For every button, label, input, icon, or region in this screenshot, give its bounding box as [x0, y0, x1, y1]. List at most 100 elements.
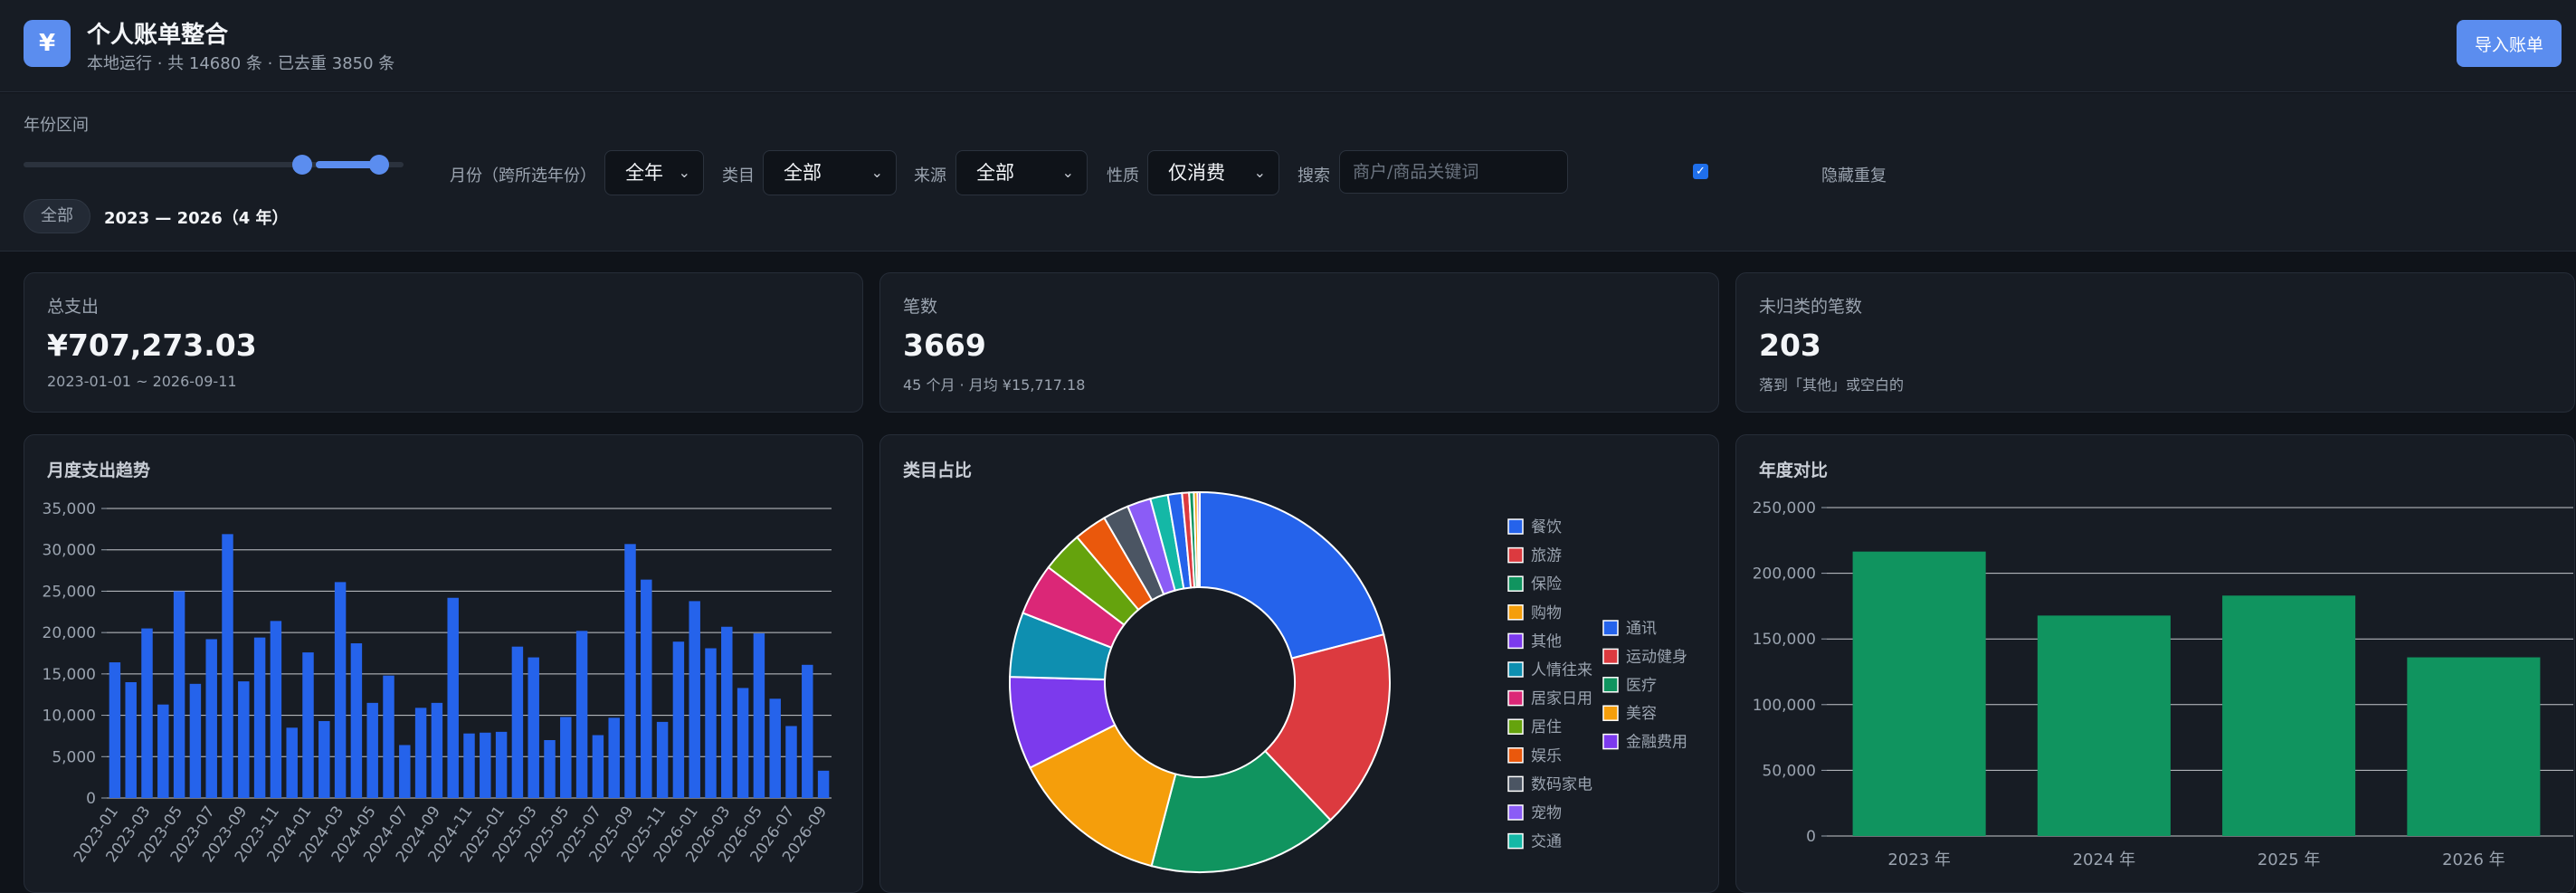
- monthly-trend-card: 月度支出趋势 0 5,000 10,000 15,000 20,000 25,000 30,…: [24, 434, 863, 893]
- year-range-label: 年份区间: [24, 116, 89, 135]
- bar: [318, 720, 330, 798]
- yearly-compare-chart: 0 50,000 100,000 150,000 200,000 250,000 2023 …: [1753, 499, 2573, 869]
- legend-label: 通讯: [1626, 620, 1657, 638]
- bar: [528, 657, 539, 798]
- bar: [302, 652, 314, 798]
- y-tick-label: 100,000: [1753, 697, 1816, 715]
- y-tick-label: 200,000: [1753, 565, 1816, 584]
- y-tick-label: 20,000: [43, 624, 96, 642]
- chevron-down-icon: ⌄: [1061, 164, 1074, 181]
- legend-label: 其他: [1531, 632, 1562, 651]
- category-select-value: 全部: [784, 162, 822, 184]
- legend-swatch: [1507, 546, 1524, 564]
- bar: [125, 682, 137, 798]
- category-select[interactable]: 全部 ⌄: [763, 150, 897, 195]
- legend-label: 餐饮: [1531, 518, 1562, 537]
- legend-swatch: [1602, 648, 1619, 665]
- bar: [769, 698, 781, 798]
- bar: [109, 662, 121, 798]
- stat-note: 2023-01-01 ~ 2026-09-11: [47, 373, 237, 390]
- chevron-down-icon: ⌄: [1253, 164, 1266, 181]
- legend-label: 宠物: [1531, 804, 1562, 822]
- bar: [608, 717, 620, 798]
- bar: [705, 648, 717, 798]
- category-share-card: 类目占比 餐饮 旅游 保险 购物 其他 人情往来 居家日用 居住 娱乐 数码家电 宠物 交通 通讯 运动健…: [879, 434, 1719, 893]
- legend-swatch: [1507, 747, 1524, 764]
- filter-bar: [0, 93, 2576, 252]
- app-title: 个人账单整合: [87, 22, 229, 49]
- legend-label: 数码家电: [1531, 775, 1592, 793]
- y-tick-label: 0: [1806, 828, 1816, 846]
- y-tick-label: 25,000: [43, 583, 96, 601]
- stat-note: 落到「其他」或空白的: [1759, 376, 1905, 394]
- year-range-end-handle[interactable]: [369, 155, 389, 175]
- bar: [480, 732, 491, 798]
- bar: [2407, 657, 2541, 836]
- legend-label: 金融费用: [1626, 734, 1687, 752]
- import-bills-button[interactable]: 导入账单: [2457, 20, 2562, 67]
- stat-card-uncategorized: 未归类的笔数 203 落到「其他」或空白的: [1735, 272, 2575, 413]
- bar: [1852, 551, 1986, 836]
- stat-label: 笔数: [903, 297, 938, 317]
- bar: [2037, 615, 2171, 836]
- y-tick-label: 15,000: [43, 666, 96, 684]
- stat-card-total: 总支出 ¥707,273.03 2023-01-01 ~ 2026-09-11: [24, 272, 863, 413]
- yen-logo-icon: ¥: [24, 20, 71, 67]
- legend-swatch: [1507, 575, 1524, 592]
- stat-card-count: 笔数 3669 45 个月 · 月均 ¥15,717.18: [879, 272, 1719, 413]
- y-tick-label: 10,000: [43, 708, 96, 726]
- bar: [544, 740, 556, 798]
- x-tick-label: 2025 年: [2258, 850, 2321, 869]
- bar: [286, 727, 298, 798]
- source-label: 来源: [914, 166, 946, 185]
- pie-slice: [1196, 490, 1201, 589]
- month-select-value: 全年: [625, 162, 663, 184]
- legend-label: 运动健身: [1626, 648, 1687, 666]
- app-header: ¥ 个人账单整合 本地运行 · 共 14680 条 · 已去重 3850 条 导…: [0, 0, 2576, 92]
- bar: [157, 704, 169, 798]
- stat-value: 3669: [903, 328, 986, 363]
- y-tick-label: 150,000: [1753, 631, 1816, 649]
- bar: [641, 579, 652, 798]
- bar: [205, 639, 217, 798]
- bar: [817, 770, 830, 798]
- legend-label: 旅游: [1531, 547, 1562, 565]
- month-select[interactable]: 全年 ⌄: [604, 150, 704, 195]
- legend-swatch: [1602, 677, 1619, 693]
- legend-label: 交通: [1531, 833, 1562, 851]
- bar: [399, 745, 411, 798]
- monthly-trend-chart: 0 5,000 10,000 15,000 20,000 25,000 30,000 35,0…: [43, 500, 832, 866]
- stat-value: ¥707,273.03: [47, 328, 257, 363]
- category-label: 类目: [722, 166, 755, 185]
- bar: [350, 643, 363, 798]
- bar: [173, 591, 185, 798]
- bar: [431, 702, 443, 798]
- bar: [383, 675, 394, 798]
- legend-label: 美容: [1626, 705, 1657, 723]
- x-tick-label: 2023 年: [1887, 850, 1951, 869]
- legend-swatch: [1507, 718, 1524, 735]
- y-tick-label: 35,000: [43, 500, 96, 518]
- all-years-button[interactable]: 全部: [24, 199, 90, 233]
- bar: [366, 702, 378, 798]
- yearly-compare-card: 年度对比 0 50,000 100,000 150,000 200,000 250,000…: [1735, 434, 2575, 893]
- y-tick-label: 5,000: [52, 748, 96, 766]
- nature-select[interactable]: 仅消费 ⌄: [1147, 150, 1279, 195]
- legend-label: 医疗: [1626, 677, 1657, 695]
- year-range-start-handle[interactable]: [292, 155, 312, 175]
- nature-label: 性质: [1107, 166, 1139, 185]
- bar: [495, 731, 508, 798]
- x-tick-label: 2024 年: [2073, 850, 2136, 869]
- stat-label: 未归类的笔数: [1759, 297, 1863, 317]
- bar: [672, 641, 685, 798]
- bar: [737, 688, 749, 798]
- hide-duplicates-checkbox[interactable]: ✓: [1693, 164, 1708, 179]
- search-input[interactable]: [1339, 150, 1568, 194]
- legend-label: 居家日用: [1531, 690, 1592, 708]
- chevron-down-icon: ⌄: [870, 164, 883, 181]
- bar: [463, 733, 475, 798]
- stat-value: 203: [1759, 328, 1821, 363]
- pie-slice: [1199, 490, 1385, 660]
- month-label: 月份（跨所选年份）: [450, 166, 596, 185]
- source-select[interactable]: 全部 ⌄: [955, 150, 1088, 195]
